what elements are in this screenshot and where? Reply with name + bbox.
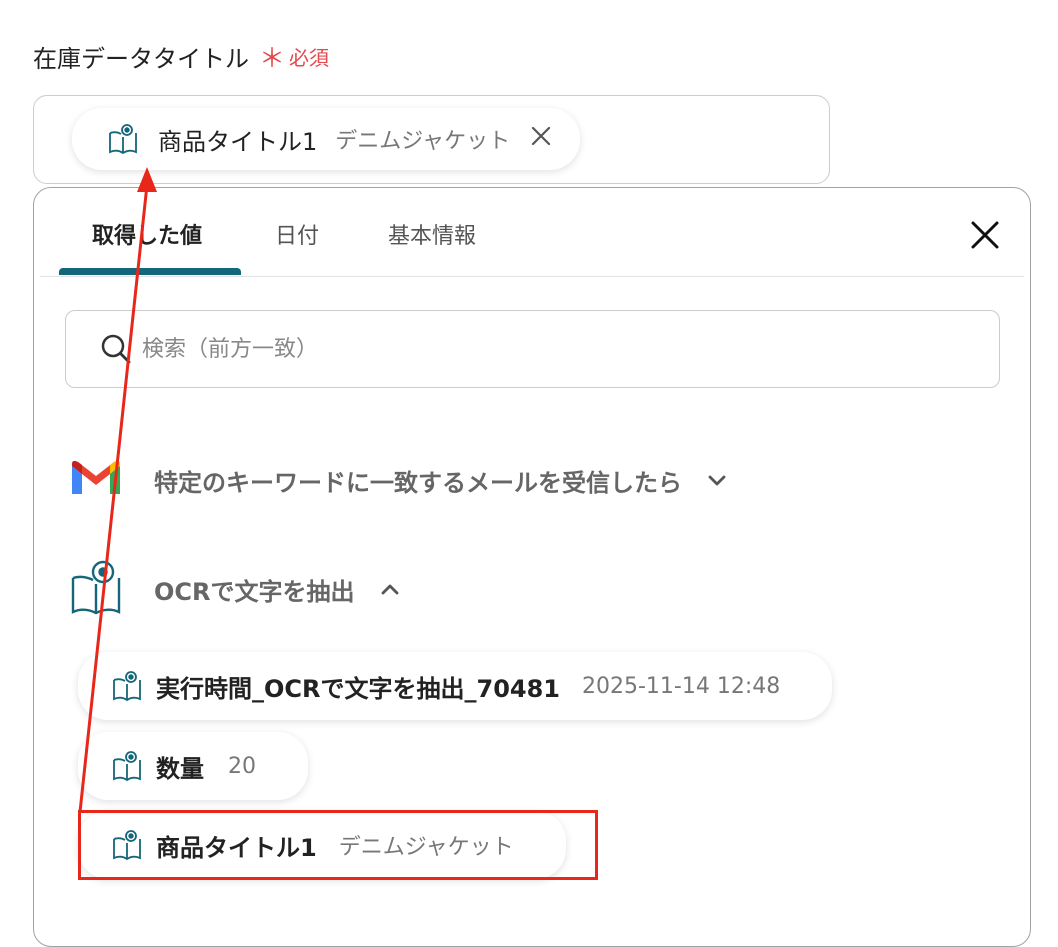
chip-value: デニムジャケット (335, 129, 511, 154)
ocr-book-icon (110, 669, 144, 703)
value-item[interactable]: 商品タイトル1 デニムジャケット (78, 811, 566, 879)
search-input[interactable] (140, 335, 904, 363)
gmail-icon (70, 458, 122, 502)
required-text: 必須 (289, 46, 330, 70)
chevron-up-icon (381, 584, 398, 595)
ocr-book-icon (110, 828, 144, 862)
section-gmail-trigger[interactable]: 特定のキーワードに一致するメールを受信したら (70, 458, 728, 502)
value-item-value: デニムジャケット (338, 835, 514, 860)
section-title: OCRで文字を抽出 (154, 577, 355, 606)
required-star: ＊ (259, 44, 286, 74)
close-icon[interactable] (968, 218, 1002, 252)
active-tab-indicator (59, 268, 241, 275)
tab-basic-info[interactable]: 基本情報 (388, 218, 476, 250)
value-item-title: 商品タイトル1 (156, 833, 317, 862)
ocr-book-icon (106, 122, 140, 156)
chevron-down-icon (708, 475, 726, 486)
value-item-title: 実行時間_OCRで文字を抽出_70481 (156, 674, 560, 703)
section-ocr[interactable]: OCRで文字を抽出 (70, 558, 401, 620)
search-icon (101, 334, 131, 364)
field-label-text: 在庫データタイトル (33, 45, 249, 73)
value-item[interactable]: 実行時間_OCRで文字を抽出_70481 2025-11-14 12:48 (78, 652, 833, 720)
search-field (65, 310, 1000, 388)
chip-remove-icon[interactable] (530, 124, 552, 154)
tab-date[interactable]: 日付 (275, 218, 319, 250)
value-item-title: 数量 (156, 754, 204, 783)
chip-title: 商品タイトル1 (158, 127, 318, 156)
selected-value-chip[interactable]: 商品タイトル1 デニムジャケット (72, 108, 581, 170)
value-item[interactable]: 数量 20 (78, 732, 308, 800)
tab-bar: 取得した値 日付 基本情報 (40, 188, 1024, 277)
value-item-value: 20 (228, 753, 256, 779)
value-item-value: 2025-11-14 12:48 (582, 673, 781, 699)
value-picker-panel: 取得した値 日付 基本情報 特定のキーワードに一致するメールを受信したら OCR (33, 187, 1031, 947)
ocr-book-icon (110, 749, 144, 783)
field-label: 在庫データタイトル ＊ 必須 (33, 38, 329, 75)
section-title: 特定のキーワードに一致するメールを受信したら (154, 468, 682, 497)
field-input[interactable]: 商品タイトル1 デニムジャケット (33, 95, 830, 184)
ocr-book-icon (70, 558, 122, 620)
tab-acquired-values[interactable]: 取得した値 (92, 218, 202, 250)
